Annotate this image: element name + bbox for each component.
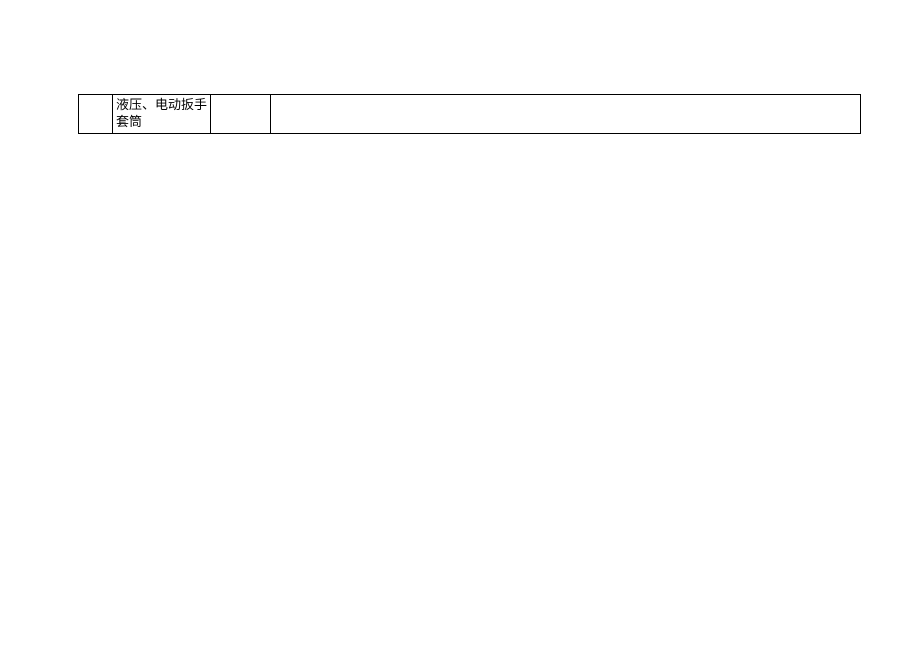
table-row: 液压、电动扳手套筒 xyxy=(79,95,861,134)
cell-col1 xyxy=(79,95,113,134)
table-container: 液压、电动扳手套筒 xyxy=(78,94,861,134)
data-table: 液压、电动扳手套筒 xyxy=(78,94,861,134)
cell-col3 xyxy=(211,95,271,134)
cell-col2: 液压、电动扳手套筒 xyxy=(113,95,211,134)
cell-col4 xyxy=(271,95,861,134)
